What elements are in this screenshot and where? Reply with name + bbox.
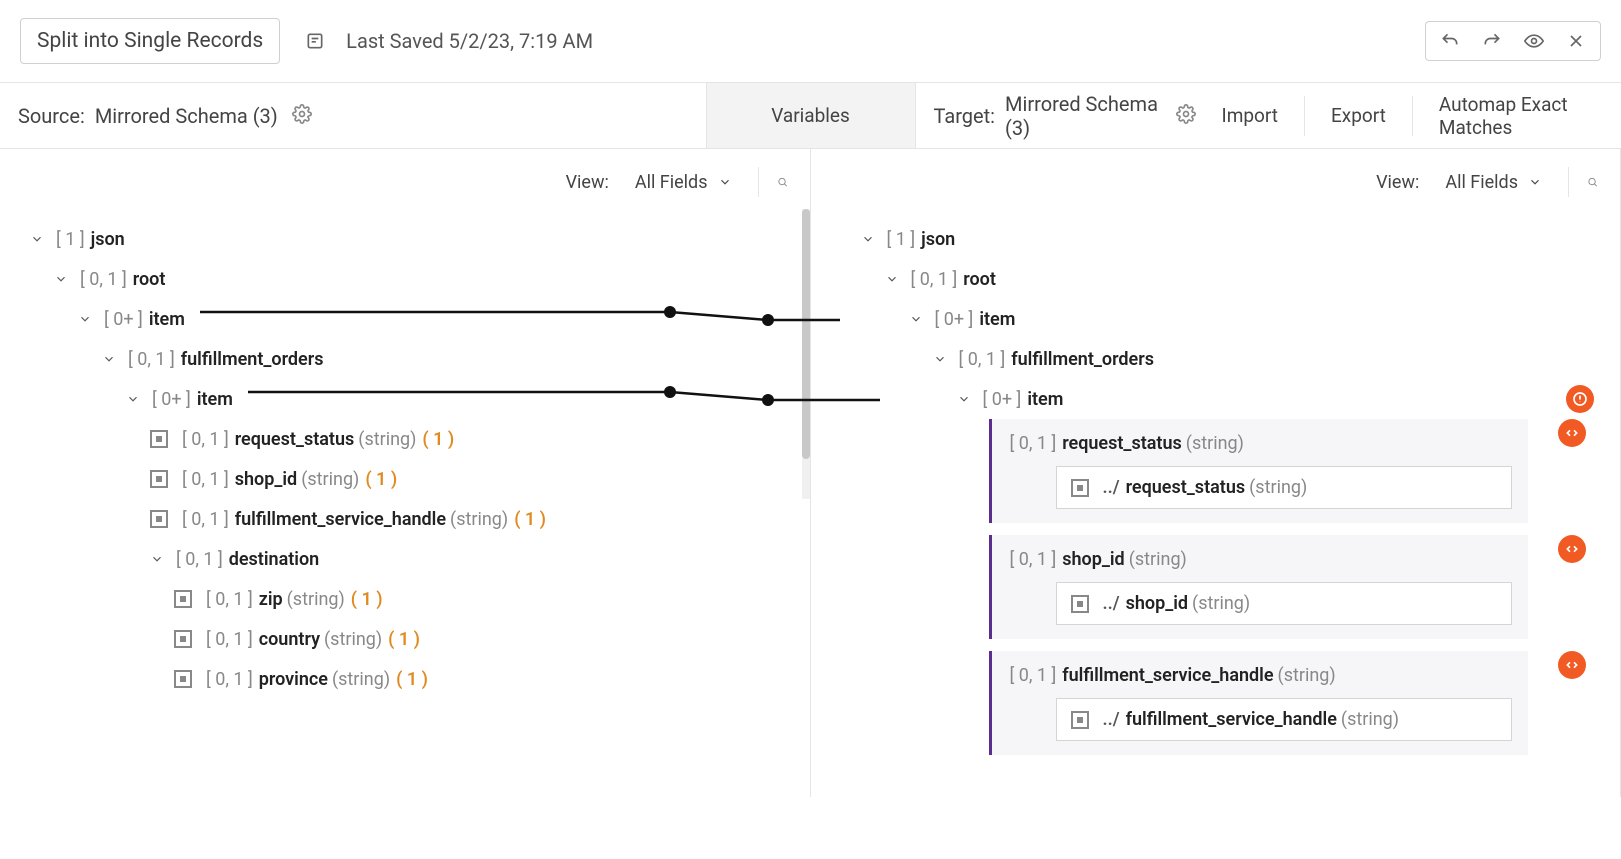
field-icon (150, 510, 168, 528)
target-panel: View: All Fields [ 1 ] json [ 0, 1 ] roo… (811, 149, 1621, 797)
chevron-down-icon (1528, 175, 1542, 189)
mapping-request-status[interactable]: [ 0, 1 ] request_status (string) ../ req… (989, 419, 1529, 523)
target-tree: [ 1 ] json [ 0, 1 ] root [ 0+ ] item [ 0… (811, 215, 1621, 797)
source-tree: [ 1 ] json [ 0, 1 ] root [ 0+ ] item [ 0… (0, 215, 810, 729)
chevron-down-icon[interactable] (861, 230, 879, 248)
target-section: Target: Mirrored Schema (3) Import Expor… (916, 83, 1621, 148)
tree-node-fulfillment-orders[interactable]: [ 0, 1 ] fulfillment_orders (861, 339, 1599, 379)
field-icon (150, 470, 168, 488)
view-value: All Fields (1445, 172, 1518, 193)
gear-icon[interactable] (292, 104, 312, 128)
field-icon (1071, 595, 1089, 613)
chevron-down-icon[interactable] (933, 350, 951, 368)
target-schema-name[interactable]: Mirrored Schema (3) (1005, 92, 1162, 140)
field-icon (174, 670, 192, 688)
view-label: View: (566, 172, 609, 193)
last-saved-text: Last Saved 5/2/23, 7:19 AM (346, 29, 593, 53)
field-icon (1071, 479, 1089, 497)
tree-node-destination[interactable]: [ 0, 1 ] destination (30, 539, 788, 579)
page-title-input[interactable]: Split into Single Records (20, 18, 280, 64)
tree-leaf-zip[interactable]: [ 0, 1 ] zip (string) ( 1 ) (30, 579, 788, 619)
mapping-source-ref[interactable]: ../ fulfillment_service_handle (string) (1056, 698, 1513, 741)
chevron-down-icon[interactable] (102, 350, 120, 368)
tree-node-item[interactable]: [ 0+ ] item (30, 379, 788, 419)
target-viewbar: View: All Fields (811, 149, 1621, 215)
mapping-shop-id[interactable]: [ 0, 1 ] shop_id (string) ../ shop_id (s… (989, 535, 1529, 639)
source-panel: View: All Fields [ 1 ] json [ 0, 1 ] roo… (0, 149, 811, 797)
tree-leaf-request-status[interactable]: [ 0, 1 ] request_status (string) ( 1 ) (30, 419, 788, 459)
chevron-down-icon[interactable] (957, 390, 975, 408)
script-badge-icon[interactable] (1558, 419, 1586, 447)
search-icon[interactable] (758, 167, 788, 197)
view-value: All Fields (635, 172, 708, 193)
tree-leaf-fulfillment-service-handle[interactable]: [ 0, 1 ] fulfillment_service_handle (str… (30, 499, 788, 539)
tree-node-root[interactable]: [ 0, 1 ] root (30, 259, 788, 299)
tree-leaf-country[interactable]: [ 0, 1 ] country (string) ( 1 ) (30, 619, 788, 659)
tree-node-item[interactable]: [ 0+ ] item (30, 299, 788, 339)
field-icon (174, 590, 192, 608)
source-section: Source: Mirrored Schema (3) (0, 83, 706, 148)
chevron-down-icon[interactable] (150, 550, 168, 568)
view-label: View: (1376, 172, 1419, 193)
tree-node-item[interactable]: [ 0+ ] item (861, 379, 1599, 419)
tree-node-json[interactable]: [ 1 ] json (30, 219, 788, 259)
tree-node-fulfillment-orders[interactable]: [ 0, 1 ] fulfillment_orders (30, 339, 788, 379)
chevron-down-icon[interactable] (885, 270, 903, 288)
tree-leaf-province[interactable]: [ 0, 1 ] province (string) ( 1 ) (30, 659, 788, 699)
import-button[interactable]: Import (1196, 96, 1304, 136)
field-icon (1071, 711, 1089, 729)
tree-leaf-shop-id[interactable]: [ 0, 1 ] shop_id (string) ( 1 ) (30, 459, 788, 499)
header-actions (1425, 21, 1601, 61)
source-viewbar: View: All Fields (0, 149, 810, 215)
automap-button[interactable]: Automap Exact Matches (1412, 96, 1603, 136)
condition-badge-icon[interactable] (1566, 385, 1594, 413)
script-badge-icon[interactable] (1558, 651, 1586, 679)
gear-icon[interactable] (1176, 104, 1196, 128)
tree-node-json[interactable]: [ 1 ] json (861, 219, 1599, 259)
schema-bar: Source: Mirrored Schema (3) Variables Ta… (0, 83, 1621, 149)
chevron-down-icon[interactable] (126, 390, 144, 408)
chevron-down-icon (718, 175, 732, 189)
tree-node-item[interactable]: [ 0+ ] item (861, 299, 1599, 339)
chevron-down-icon[interactable] (78, 310, 96, 328)
field-icon (150, 430, 168, 448)
mapping-fulfillment-service-handle[interactable]: [ 0, 1 ] fulfillment_service_handle (str… (989, 651, 1529, 755)
mapping-source-ref[interactable]: ../ request_status (string) (1056, 466, 1513, 509)
notes-icon[interactable] (302, 28, 328, 54)
tree-node-root[interactable]: [ 0, 1 ] root (861, 259, 1599, 299)
export-button[interactable]: Export (1304, 96, 1412, 136)
header-bar: Split into Single Records Last Saved 5/2… (0, 0, 1621, 83)
source-schema-name[interactable]: Mirrored Schema (3) (95, 104, 278, 128)
source-label: Source: (18, 104, 85, 128)
script-badge-icon[interactable] (1558, 535, 1586, 563)
search-icon[interactable] (1568, 167, 1598, 197)
close-button[interactable] (1558, 26, 1594, 56)
undo-button[interactable] (1432, 26, 1468, 56)
view-dropdown[interactable]: All Fields (627, 168, 740, 197)
view-dropdown[interactable]: All Fields (1437, 168, 1550, 197)
target-label: Target: (934, 104, 996, 128)
field-icon (174, 630, 192, 648)
mapping-source-ref[interactable]: ../ shop_id (string) (1056, 582, 1513, 625)
chevron-down-icon[interactable] (30, 230, 48, 248)
chevron-down-icon[interactable] (909, 310, 927, 328)
tab-variables[interactable]: Variables (706, 83, 916, 148)
preview-button[interactable] (1516, 26, 1552, 56)
mapping-panels: View: All Fields [ 1 ] json [ 0, 1 ] roo… (0, 149, 1621, 797)
chevron-down-icon[interactable] (54, 270, 72, 288)
redo-button[interactable] (1474, 26, 1510, 56)
